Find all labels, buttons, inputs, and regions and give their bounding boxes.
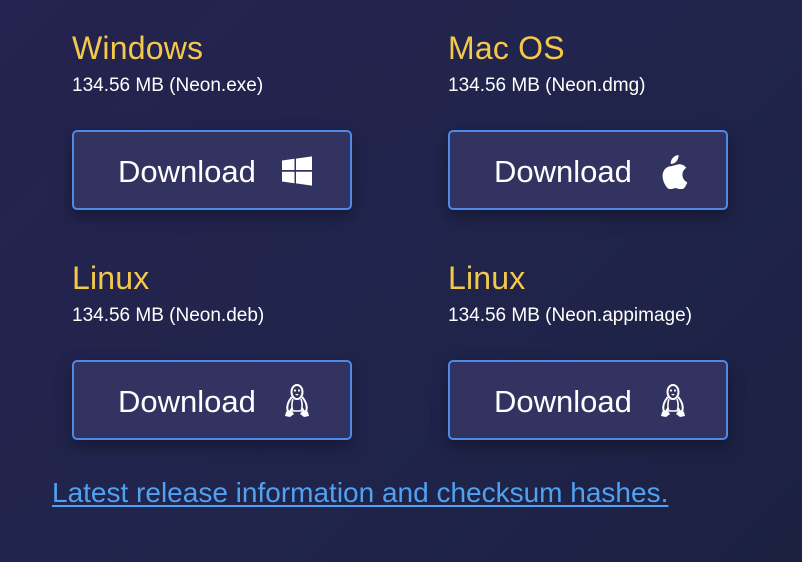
platform-name: Linux [72, 260, 150, 296]
download-button-label: Download [118, 154, 256, 189]
download-card-linux-appimage: Linux 134.56 MB (Neon.appimage) Download [448, 258, 738, 440]
linux-icon [280, 383, 314, 419]
download-card-macos: Mac OS 134.56 MB (Neon.dmg) Download [448, 28, 738, 210]
platform-name: Linux [448, 260, 526, 296]
download-button-label: Download [118, 384, 256, 419]
file-size: 134.56 MB (Neon.deb) [72, 305, 265, 326]
file-size: 134.56 MB (Neon.appimage) [448, 305, 692, 326]
download-macos-button[interactable]: Download [448, 130, 728, 210]
linux-icon [656, 383, 690, 419]
apple-icon [656, 153, 690, 189]
download-card-windows: Windows 134.56 MB (Neon.exe) Download [72, 28, 362, 210]
windows-icon [280, 153, 314, 189]
download-button-label: Download [494, 154, 632, 189]
release-info-link[interactable]: Latest release information and checksum … [52, 475, 668, 511]
download-card-linux-deb: Linux 134.56 MB (Neon.deb) Download [72, 258, 362, 440]
download-windows-button[interactable]: Download [72, 130, 352, 210]
platform-name: Windows [72, 30, 204, 66]
download-linux-appimage-button[interactable]: Download [448, 360, 728, 440]
file-size: 134.56 MB (Neon.dmg) [448, 75, 646, 96]
platform-name: Mac OS [448, 30, 565, 66]
download-button-label: Download [494, 384, 632, 419]
file-size: 134.56 MB (Neon.exe) [72, 75, 264, 96]
download-linux-deb-button[interactable]: Download [72, 360, 352, 440]
